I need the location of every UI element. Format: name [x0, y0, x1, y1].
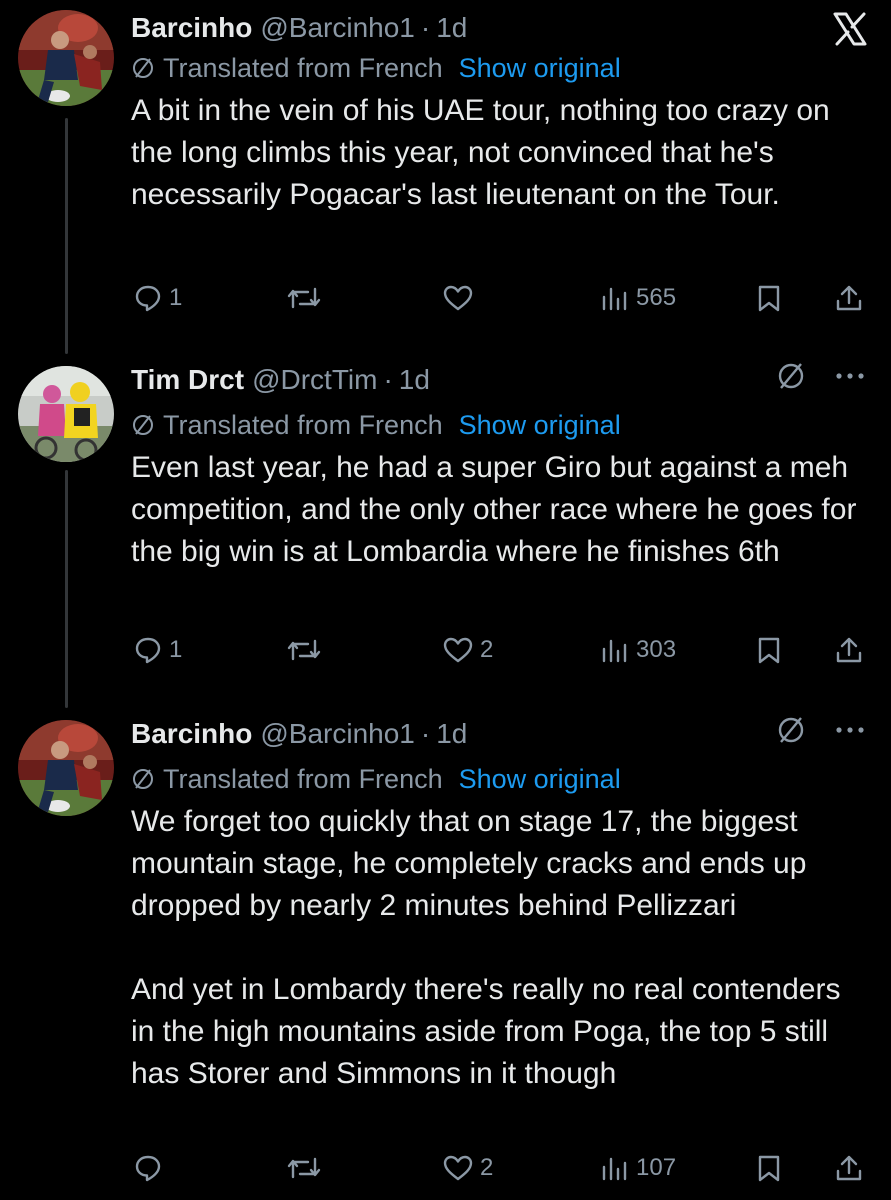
separator: · — [383, 364, 393, 395]
show-original-link[interactable]: Show original — [459, 764, 621, 795]
share-icon — [834, 1153, 864, 1183]
retweet-icon — [286, 1153, 322, 1183]
tweet-actions: 1 2 303 — [0, 630, 891, 670]
avatar[interactable] — [18, 366, 114, 462]
show-original-link[interactable]: Show original — [459, 410, 621, 441]
retweet-button[interactable] — [286, 1148, 328, 1188]
translate-toggle-icon[interactable] — [775, 714, 807, 746]
reply-button[interactable]: 1 — [133, 630, 182, 670]
share-button[interactable] — [834, 278, 864, 318]
bookmark-button[interactable] — [755, 630, 783, 670]
heart-icon — [442, 1153, 474, 1183]
avatar[interactable] — [18, 720, 114, 816]
author-handle[interactable]: @DrctTim — [252, 364, 377, 396]
view-count: 565 — [636, 284, 677, 311]
like-button[interactable] — [442, 278, 480, 318]
tweet-top-actions — [775, 360, 865, 392]
translation-notice: Translated from French Show original — [131, 405, 865, 445]
share-button[interactable] — [834, 1148, 864, 1188]
share-icon — [834, 283, 864, 313]
views-button[interactable]: 303 — [600, 630, 676, 670]
tweet-top-actions — [775, 714, 865, 746]
translate-toggle-icon[interactable] — [775, 360, 807, 392]
translation-notice: Translated from French Show original — [131, 759, 865, 799]
share-button[interactable] — [834, 630, 864, 670]
tweet-header: Barcinho @Barcinho1 · 1d — [131, 714, 865, 754]
thread-line — [65, 118, 68, 354]
tweet-paragraph: And yet in Lombardy there's really no re… — [131, 973, 841, 1090]
more-options-icon[interactable] — [835, 725, 865, 735]
timestamp[interactable]: 1d — [436, 718, 467, 750]
like-count: 2 — [480, 636, 494, 663]
tweet-actions: 2 107 — [0, 1148, 891, 1188]
retweet-icon — [286, 283, 322, 313]
tweet-header: Barcinho @Barcinho1 · 1d — [131, 8, 865, 48]
view-count: 303 — [636, 636, 677, 663]
like-button[interactable]: 2 — [442, 630, 493, 670]
heart-icon — [442, 635, 474, 665]
reply-count: 1 — [169, 284, 183, 311]
separator: · — [420, 718, 431, 749]
translation-notice: Translated from French Show original — [131, 48, 865, 88]
bookmark-icon — [755, 635, 783, 665]
author-handle[interactable]: @Barcinho1 — [260, 718, 415, 750]
reply-button[interactable]: 1 — [133, 278, 182, 318]
share-icon — [834, 635, 864, 665]
reply-icon — [133, 283, 163, 313]
heart-icon — [442, 283, 474, 313]
reply-button[interactable] — [133, 1148, 169, 1188]
analytics-icon — [600, 283, 630, 313]
translate-icon — [131, 413, 155, 437]
author-name[interactable]: Barcinho — [131, 12, 252, 44]
tweet-actions: 1 565 — [0, 278, 891, 318]
tweet-text: We forget too quickly that on stage 17, … — [131, 801, 865, 1095]
bookmark-button[interactable] — [755, 1148, 783, 1188]
author-handle[interactable]: @Barcinho1 — [260, 12, 415, 44]
views-button[interactable]: 107 — [600, 1148, 676, 1188]
translated-label: Translated from French — [163, 52, 443, 83]
tweet-header: Tim Drct @DrctTim · 1d — [131, 360, 865, 400]
like-count: 2 — [480, 1154, 494, 1181]
reply-count: 1 — [169, 636, 183, 663]
thread-line — [65, 470, 68, 708]
tweet-text: Even last year, he had a super Giro but … — [131, 447, 865, 573]
bookmark-icon — [755, 1153, 783, 1183]
translate-icon — [131, 767, 155, 791]
view-count: 107 — [636, 1154, 677, 1181]
show-original-link[interactable]: Show original — [459, 53, 621, 84]
retweet-button[interactable] — [286, 630, 328, 670]
tweet-paragraph: A bit in the vein of his UAE tour, nothi… — [131, 94, 830, 211]
like-button[interactable]: 2 — [442, 1148, 493, 1188]
translated-label: Translated from French — [163, 409, 443, 440]
analytics-icon — [600, 635, 630, 665]
retweet-button[interactable] — [286, 278, 328, 318]
bookmark-button[interactable] — [755, 278, 783, 318]
tweet-paragraph: Even last year, he had a super Giro but … — [131, 451, 857, 568]
translate-icon — [131, 56, 155, 80]
tweet-paragraph: We forget too quickly that on stage 17, … — [131, 805, 807, 922]
bookmark-icon — [755, 283, 783, 313]
timestamp[interactable]: 1d — [436, 12, 467, 44]
reply-icon — [133, 635, 163, 665]
retweet-icon — [286, 635, 322, 665]
separator: · — [420, 12, 431, 43]
more-options-icon[interactable] — [835, 371, 865, 381]
tweet-text: A bit in the vein of his UAE tour, nothi… — [131, 90, 865, 216]
author-name[interactable]: Tim Drct — [131, 364, 244, 396]
views-button[interactable]: 565 — [600, 278, 676, 318]
timestamp[interactable]: 1d — [399, 364, 430, 396]
analytics-icon — [600, 1153, 630, 1183]
author-name[interactable]: Barcinho — [131, 718, 252, 750]
avatar[interactable] — [18, 10, 114, 106]
reply-icon — [133, 1153, 163, 1183]
translated-label: Translated from French — [163, 763, 443, 794]
